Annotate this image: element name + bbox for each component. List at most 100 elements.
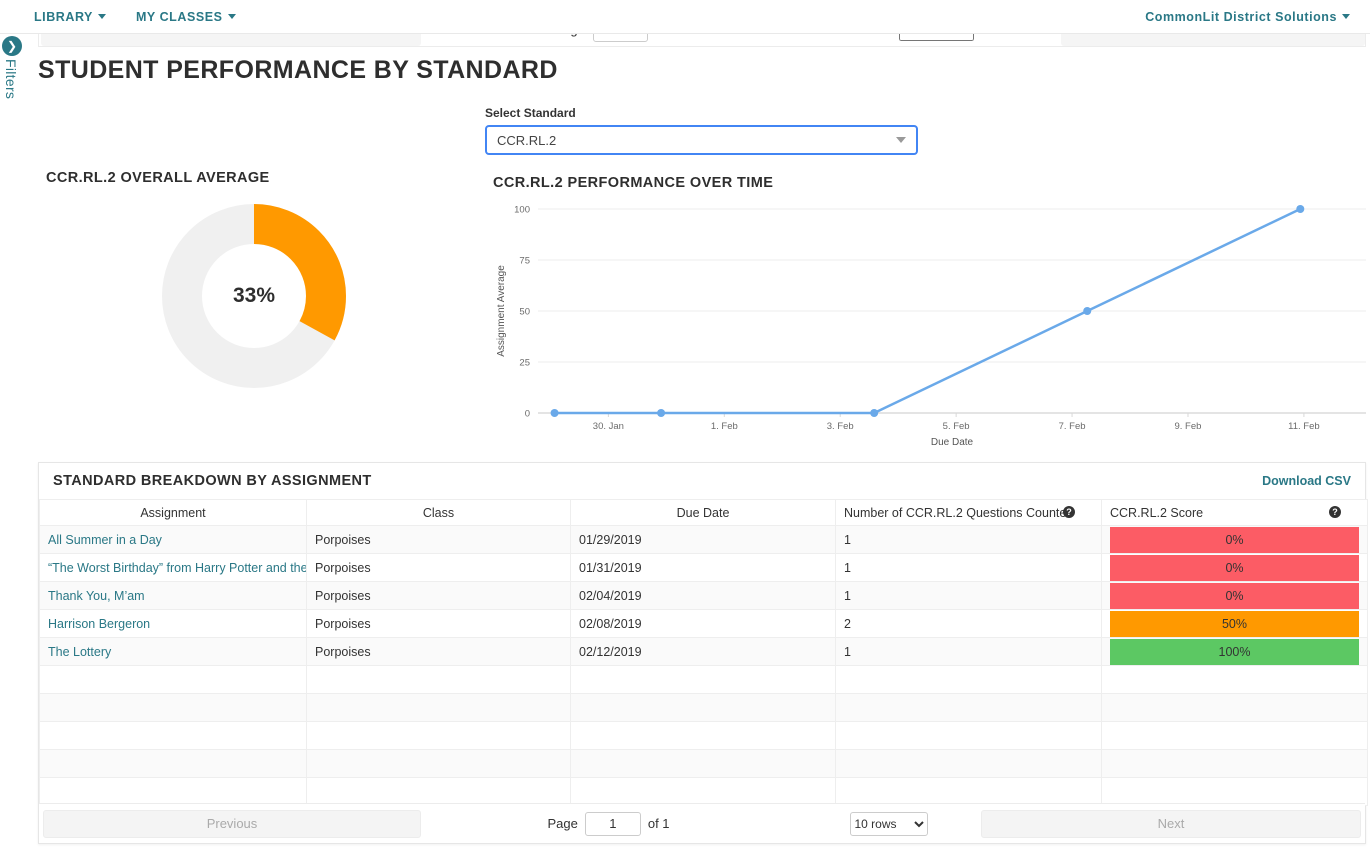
column-header-score-label: CCR.RL.2 Score [1110,505,1204,520]
cell-empty [835,693,1102,722]
y-tick-label: 50 [519,307,530,318]
x-tick-label: 11. Feb [1288,421,1320,432]
cell-empty [835,749,1102,778]
table-row-empty [39,721,1368,750]
cell-empty [39,749,307,778]
previous-page-button[interactable]: Previous [43,809,421,838]
chevron-right-circle-icon: ❯ [2,36,22,56]
standard-select-input[interactable]: CCR.RL.2 [485,125,918,155]
cell-empty [835,665,1102,694]
cell-empty [570,721,836,750]
cell-empty [1101,777,1368,806]
cell-empty [306,693,571,722]
rows-per-page-select[interactable]: 10 rows25 rows50 rows100 rows [849,811,928,836]
table-row: Harrison Bergeron Porpoises 02/08/2019 2 50% [39,609,1368,638]
nav-right-group: CommonLit District Solutions [1145,10,1350,24]
cell-empty [835,777,1102,806]
cell-assignment: The Lottery [39,637,307,666]
x-tick-label: 7. Feb [1059,421,1086,432]
y-tick-label: 0 [525,409,530,420]
cell-assignment: Harrison Bergeron [39,609,307,638]
data-point[interactable] [870,409,879,417]
cell-empty [1101,693,1368,722]
cell-empty [1101,665,1368,694]
cell-empty [306,749,571,778]
assignment-link[interactable]: Harrison Bergeron [48,617,150,631]
cell-score: 50% [1101,609,1368,638]
filters-panel-toggle[interactable]: ❯ Filters [0,36,22,116]
cell-due-date: 02/12/2019 [570,637,836,666]
y-tick-label: 75 [519,256,530,267]
cell-empty [1101,721,1368,750]
cell-class: Porpoises [306,553,571,582]
cell-due-date: 01/29/2019 [570,525,836,554]
account-name-label: CommonLit District Solutions [1145,9,1337,24]
account-menu[interactable]: CommonLit District Solutions [1145,10,1350,24]
page-label: Page [547,816,578,831]
column-header-score[interactable]: CCR.RL.2 Score ? [1101,499,1368,526]
column-header-questions-label: Number of CCR.RL.2 Questions Counted [844,505,1074,520]
nav-item-my-classes[interactable]: MY CLASSES [136,10,236,24]
cell-questions-counted: 2 [835,609,1102,638]
table-pagination-bar: Previous Page of 1 10 rows25 rows50 rows… [39,803,1365,843]
assignment-link[interactable]: All Summer in a Day [48,533,162,547]
assignment-link[interactable]: The Lottery [48,645,111,659]
next-page-button[interactable]: Next [981,809,1361,838]
panel-header: STANDARD BREAKDOWN BY ASSIGNMENT Downloa… [39,463,1365,499]
chevron-down-icon [227,14,236,19]
score-badge: 50% [1110,610,1359,637]
cell-empty [570,749,836,778]
help-icon[interactable]: ? [1063,506,1075,518]
line-chart-svg: 0 25 50 75 100 Assignment Average 30. Jan 1. Fe… [496,205,1366,448]
cell-empty [39,777,307,806]
cell-assignment: Thank You, M’am [39,581,307,610]
column-header-class[interactable]: Class [306,499,571,526]
standard-breakdown-panel: STANDARD BREAKDOWN BY ASSIGNMENT Downloa… [38,462,1368,844]
cell-empty [570,777,836,806]
score-badge: 0% [1110,582,1359,609]
table-row-empty [39,749,1368,778]
cell-due-date: 02/04/2019 [570,581,836,610]
x-tick-label: 3. Feb [827,421,854,432]
cell-empty [39,693,307,722]
cell-empty [306,721,571,750]
cell-score: 0% [1101,553,1368,582]
cell-score: 0% [1101,581,1368,610]
cell-empty [570,665,836,694]
help-icon[interactable]: ? [1329,506,1341,518]
column-header-due-date[interactable]: Due Date [570,499,836,526]
chevron-down-icon [1342,14,1350,19]
top-navigation-bar: LIBRARY MY CLASSES CommonLit District So… [0,0,1370,34]
cell-questions-counted: 1 [835,581,1102,610]
column-header-questions-counted[interactable]: Number of CCR.RL.2 Questions Counted ? [835,499,1102,526]
cell-assignment: All Summer in a Day [39,525,307,554]
page-number-input[interactable] [584,811,641,836]
panel-title: STANDARD BREAKDOWN BY ASSIGNMENT [53,473,372,489]
y-tick-label: 100 [514,205,530,216]
standard-breakdown-table: Assignment Class Due Date Number of CCR.… [39,499,1368,806]
nav-library-label: LIBRARY [34,9,93,24]
data-point[interactable] [657,409,666,417]
data-point[interactable] [550,409,559,417]
y-axis-title: Assignment Average [496,265,507,357]
table-row-empty [39,693,1368,722]
standard-select-group: Select Standard CCR.RL.2 [485,106,918,155]
donut-chart-title: CCR.RL.2 OVERALL AVERAGE [46,170,270,186]
cell-class: Porpoises [306,609,571,638]
download-csv-link[interactable]: Download CSV [1262,474,1351,488]
assignment-link[interactable]: Thank You, M’am [48,589,145,603]
page-total-label: of 1 [647,816,670,831]
x-axis-title: Due Date [931,437,974,448]
assignment-link[interactable]: “The Worst Birthday” from Harry Potter a… [48,561,306,575]
table-header-row: Assignment Class Due Date Number of CCR.… [39,499,1368,526]
cell-class: Porpoises [306,525,571,554]
cell-empty [835,721,1102,750]
column-header-assignment[interactable]: Assignment [39,499,307,526]
nav-item-library[interactable]: LIBRARY [34,10,106,24]
standard-select-label: Select Standard [485,106,576,120]
data-point[interactable] [1296,205,1305,213]
data-point[interactable] [1083,307,1092,315]
overall-average-donut-chart: 33% [160,202,348,390]
cell-questions-counted: 1 [835,637,1102,666]
score-badge: 0% [1110,526,1359,553]
